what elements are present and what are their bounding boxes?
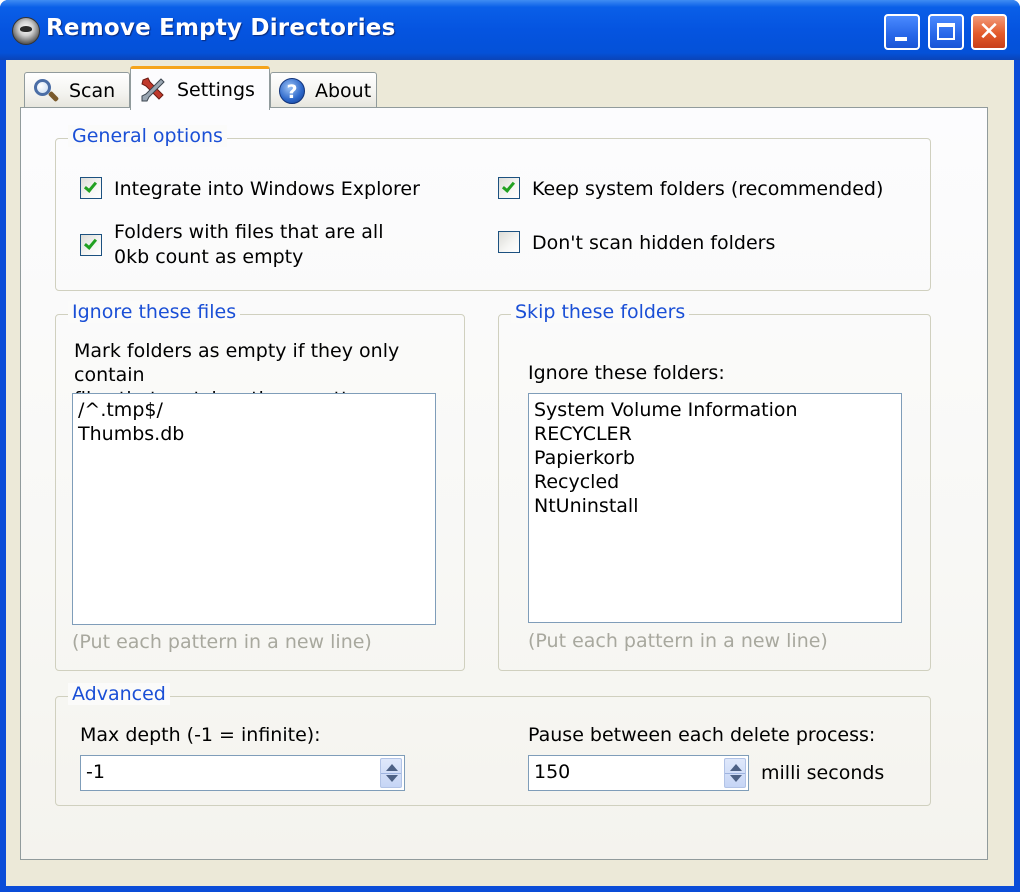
integrate-explorer-checkbox[interactable] — [80, 177, 102, 199]
list-item: Papierkorb — [534, 447, 635, 469]
zero-kb-label-line2: 0kb count as empty — [114, 246, 304, 268]
integrate-explorer-label: Integrate into Windows Explorer — [114, 178, 420, 200]
advanced-legend: Advanced — [68, 683, 170, 705]
general-options-legend: General options — [68, 125, 227, 147]
spin-up-icon[interactable] — [730, 764, 742, 771]
pause-label: Pause between each delete process: — [528, 724, 876, 746]
zero-kb-label-line1: Folders with files that are all — [114, 221, 384, 243]
skip-hidden-option[interactable]: Don't scan hidden folders — [498, 231, 775, 256]
tab-scan[interactable]: Scan — [24, 72, 130, 108]
app-window: Remove Empty Directories ✕ Scan Settings… — [0, 0, 1020, 892]
tab-settings-label: Settings — [177, 78, 255, 101]
pause-value: 150 — [534, 761, 571, 783]
tools-icon — [141, 76, 165, 101]
skip-folders-hint: (Put each pattern in a new line) — [528, 630, 828, 652]
tab-scan-label: Scan — [69, 79, 116, 102]
tab-settings[interactable]: Settings — [130, 66, 270, 110]
pause-unit-label: milli seconds — [761, 762, 885, 784]
checkmark-icon — [83, 236, 98, 250]
keep-system-folders-label: Keep system folders (recommended) — [532, 178, 884, 200]
app-icon[interactable] — [12, 17, 40, 45]
list-item: NtUninstall — [534, 495, 639, 517]
window-title: Remove Empty Directories — [46, 15, 396, 41]
max-depth-spin-buttons[interactable] — [380, 758, 402, 788]
skip-hidden-label: Don't scan hidden folders — [532, 232, 776, 254]
checkmark-icon — [83, 179, 98, 193]
maximize-button[interactable] — [928, 14, 964, 50]
list-item: System Volume Information — [534, 399, 798, 421]
keep-system-folders-option[interactable]: Keep system folders (recommended) — [498, 177, 883, 202]
spin-up-icon[interactable] — [386, 764, 398, 771]
max-depth-label: Max depth (-1 = infinite): — [80, 724, 321, 746]
close-icon: ✕ — [978, 17, 1000, 47]
zero-kb-option[interactable]: Folders with files that are all 0kb coun… — [80, 220, 383, 270]
spin-down-icon[interactable] — [386, 775, 398, 782]
integrate-explorer-option[interactable]: Integrate into Windows Explorer — [80, 177, 420, 202]
skip-folders-group: Skip these folders Ignore these folders:… — [498, 301, 931, 671]
ignore-files-group: Ignore these files Mark folders as empty… — [55, 301, 465, 671]
ignore-files-description-line1: Mark folders as empty if they only conta… — [74, 340, 400, 386]
skip-hidden-checkbox[interactable] — [498, 231, 520, 253]
list-item: /^.tmp$/ — [78, 399, 163, 421]
zero-kb-label: Folders with files that are all 0kb coun… — [114, 220, 383, 270]
zero-kb-checkbox[interactable] — [80, 234, 102, 256]
keep-system-folders-checkbox[interactable] — [498, 177, 520, 199]
checkmark-icon — [501, 179, 516, 193]
spin-down-icon[interactable] — [730, 775, 742, 782]
search-icon — [33, 78, 60, 104]
help-icon: ? — [279, 77, 305, 104]
maximize-icon — [937, 23, 955, 40]
settings-panel: General options Integrate into Windows E… — [20, 107, 988, 860]
ignore-files-hint: (Put each pattern in a new line) — [72, 631, 372, 653]
list-item: RECYCLER — [534, 423, 632, 445]
minimize-icon — [895, 37, 907, 41]
pause-stepper[interactable]: 150 — [528, 755, 749, 791]
ignore-files-legend: Ignore these files — [68, 301, 241, 323]
skip-folders-textarea[interactable]: System Volume Information RECYCLER Papie… — [528, 393, 902, 623]
pause-spin-buttons[interactable] — [724, 758, 746, 788]
max-depth-stepper[interactable]: -1 — [80, 755, 405, 791]
minimize-button[interactable] — [884, 14, 920, 50]
close-button[interactable]: ✕ — [971, 14, 1007, 50]
max-depth-value: -1 — [86, 761, 105, 783]
tab-about-label: About — [315, 79, 372, 102]
ignore-files-textarea[interactable]: /^.tmp$/ Thumbs.db — [72, 393, 436, 625]
title-bar[interactable]: Remove Empty Directories ✕ — [0, 0, 1020, 60]
list-item: Recycled — [534, 471, 620, 493]
client-area: Scan Settings ? About General options In… — [6, 60, 1014, 886]
general-options-group: General options Integrate into Windows E… — [55, 125, 931, 291]
advanced-group: Advanced Max depth (-1 = infinite): -1 P… — [55, 683, 931, 806]
tab-about[interactable]: ? About — [270, 72, 377, 108]
skip-folders-legend: Skip these folders — [511, 301, 690, 323]
skip-folders-label: Ignore these folders: — [528, 362, 725, 384]
list-item: Thumbs.db — [78, 423, 185, 445]
